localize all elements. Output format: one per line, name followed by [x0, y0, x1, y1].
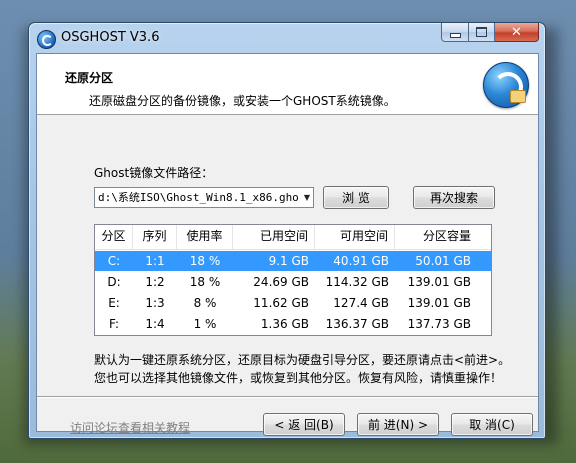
- close-icon: ✕: [511, 24, 522, 40]
- back-button[interactable]: < 返 回(B): [263, 413, 345, 436]
- dialog-client: 还原分区 还原磁盘分区的备份镜像，或安装一个GHOST系统镜像。 Ghost镜像…: [36, 53, 539, 436]
- minimize-icon: [449, 32, 461, 38]
- table-row[interactable]: F: 1:4 1 % 1.36 GB 136.37 GB 137.73 GB: [95, 314, 491, 334]
- cell: 139.01 GB: [407, 296, 471, 310]
- column-header[interactable]: 序列: [133, 225, 177, 249]
- page-subtitle: 还原磁盘分区的备份镜像，或安装一个GHOST系统镜像。: [89, 94, 396, 108]
- cell: 114.32 GB: [325, 275, 389, 289]
- cell: 1.36 GB: [260, 317, 309, 331]
- column-header[interactable]: 分区容量: [395, 225, 477, 249]
- search-again-button[interactable]: 再次搜索: [413, 186, 495, 209]
- table-row[interactable]: E: 1:3 8 % 11.62 GB 127.4 GB 139.01 GB: [95, 293, 491, 313]
- cell: 1:1: [145, 254, 165, 268]
- close-button[interactable]: ✕: [495, 23, 539, 42]
- notice-line: 默认为一键还原系统分区，还原目标为硬盘引导分区，要还原请点击<前进>。: [94, 353, 511, 367]
- cell: 1 %: [193, 317, 217, 331]
- cell: 8 %: [193, 296, 217, 310]
- footer-divider: [37, 396, 538, 398]
- cancel-button[interactable]: 取 消(C): [451, 413, 533, 436]
- cell: 139.01 GB: [407, 275, 471, 289]
- page-title: 还原分区: [65, 71, 114, 85]
- image-path-value: d:\系统ISO\Ghost_Win8.1_x86.gho: [98, 191, 299, 204]
- image-path-combobox[interactable]: d:\系统ISO\Ghost_Win8.1_x86.gho ▼: [94, 187, 314, 208]
- cell: 1:2: [145, 275, 165, 289]
- next-button[interactable]: 前 进(N) >: [357, 413, 439, 436]
- maximize-icon: [476, 27, 487, 37]
- title-bar[interactable]: OSGHOST V3.6 ✕: [29, 23, 545, 53]
- cell: 9.1 GB: [268, 254, 309, 268]
- restore-arrows-icon: [483, 62, 529, 108]
- table-row[interactable]: D: 1:2 18 % 24.69 GB 114.32 GB 139.01 GB: [95, 272, 491, 292]
- cell: 136.37 GB: [325, 317, 389, 331]
- notice-line: 您也可以选择其他镜像文件，或恢复到其他分区。恢复有风险，请慎重操作！: [94, 371, 503, 385]
- partition-table[interactable]: 分区 序列 使用率 已用空间 可用空间 分区容量 C: 1:1 18 % 9.1…: [94, 224, 492, 336]
- app-icon: [37, 30, 56, 49]
- column-header[interactable]: 分区: [95, 225, 133, 249]
- chevron-down-icon[interactable]: ▼: [304, 188, 310, 207]
- window-title: OSGHOST V3.6: [61, 30, 160, 45]
- cell: 1:3: [145, 296, 165, 310]
- cell: 40.91 GB: [333, 254, 389, 268]
- notice-text: 默认为一键还原系统分区，还原目标为硬盘引导分区，要还原请点击<前进>。 您也可以…: [94, 351, 510, 387]
- cell: 24.69 GB: [253, 275, 309, 289]
- cell: C:: [107, 254, 121, 268]
- column-header[interactable]: 使用率: [177, 225, 233, 249]
- image-path-label: Ghost镜像文件路径：: [94, 166, 214, 180]
- cell: E:: [108, 296, 120, 310]
- column-header[interactable]: 已用空间: [233, 225, 315, 249]
- cell: 127.4 GB: [333, 296, 389, 310]
- cell: 50.01 GB: [415, 254, 471, 268]
- cell: 137.73 GB: [407, 317, 471, 331]
- forum-tutorial-link[interactable]: 访问论坛查看相关教程: [70, 419, 190, 436]
- cell: 18 %: [189, 275, 221, 289]
- cell: D:: [107, 275, 121, 289]
- cell: 11.62 GB: [253, 296, 309, 310]
- cell: F:: [108, 317, 119, 331]
- browse-button[interactable]: 浏 览: [323, 186, 389, 209]
- wizard-header: 还原分区 还原磁盘分区的备份镜像，或安装一个GHOST系统镜像。: [37, 54, 538, 115]
- cell: 18 %: [189, 254, 221, 268]
- caption-buttons: ✕: [441, 23, 539, 42]
- table-header: 分区 序列 使用率 已用空间 可用空间 分区容量: [95, 225, 491, 250]
- table-row[interactable]: C: 1:1 18 % 9.1 GB 40.91 GB 50.01 GB: [95, 251, 491, 271]
- maximize-button[interactable]: [469, 23, 495, 42]
- minimize-button[interactable]: [441, 23, 469, 42]
- cell: 1:4: [145, 317, 165, 331]
- app-window: OSGHOST V3.6 ✕ 还原分区 还原磁盘分区的备份镜像，或安装一个GHO…: [28, 22, 546, 439]
- column-header[interactable]: 可用空间: [315, 225, 395, 249]
